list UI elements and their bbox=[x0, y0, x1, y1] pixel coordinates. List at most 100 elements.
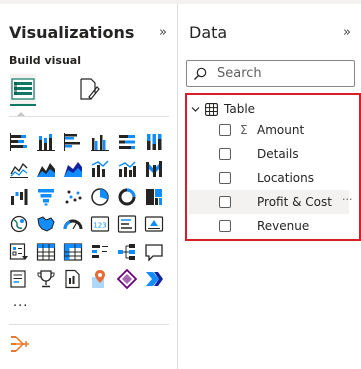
format-visual-icon bbox=[80, 78, 100, 100]
search-icon bbox=[193, 64, 213, 84]
goals-button[interactable] bbox=[36, 266, 63, 294]
format-visual-tab[interactable] bbox=[76, 74, 102, 104]
table-icon bbox=[36, 243, 56, 261]
line-stacked-column-icon bbox=[118, 161, 136, 178]
stacked-bar-icon bbox=[10, 132, 27, 151]
divider bbox=[9, 116, 169, 117]
slicer-button[interactable] bbox=[9, 238, 36, 266]
more-visuals-button[interactable]: ... bbox=[13, 295, 28, 310]
table-icon bbox=[205, 102, 219, 116]
visual-gallery-row bbox=[9, 266, 177, 294]
treemap-icon bbox=[146, 188, 162, 205]
power-automate-button[interactable] bbox=[144, 266, 171, 294]
divider bbox=[9, 324, 169, 325]
waterfall-chart-icon bbox=[11, 188, 28, 205]
visual-gallery-row bbox=[9, 183, 177, 211]
donut-chart-button[interactable] bbox=[117, 183, 144, 211]
visual-gallery-row bbox=[9, 156, 177, 184]
svg-text:123: 123 bbox=[93, 222, 106, 230]
stacked-column-button[interactable] bbox=[36, 128, 63, 156]
collapse-visualizations-button[interactable]: » bbox=[159, 25, 167, 40]
chevron-down-icon[interactable] bbox=[189, 105, 201, 114]
power-apps-icon bbox=[117, 269, 137, 290]
100-stacked-column-button[interactable] bbox=[144, 128, 171, 156]
line-clustered-column-button[interactable] bbox=[90, 156, 117, 184]
pie-chart-icon bbox=[91, 188, 109, 206]
clustered-column-button[interactable] bbox=[90, 128, 117, 156]
line-chart-button[interactable] bbox=[9, 156, 36, 184]
field-row-amount[interactable]: Σ Amount bbox=[189, 118, 349, 142]
100-stacked-column-icon bbox=[147, 133, 162, 150]
waterfall-chart-button[interactable] bbox=[9, 183, 36, 211]
area-chart-button[interactable] bbox=[36, 156, 63, 184]
custom-visual-icon bbox=[11, 336, 29, 352]
qa-button[interactable] bbox=[144, 238, 171, 266]
search-box[interactable] bbox=[186, 60, 355, 87]
narrative-button[interactable] bbox=[9, 266, 36, 294]
multi-row-card-icon bbox=[117, 215, 137, 233]
field-label: Profit & Cost bbox=[257, 195, 332, 209]
key-influencers-button[interactable] bbox=[90, 238, 117, 266]
power-apps-button[interactable] bbox=[117, 266, 144, 294]
build-visual-tab[interactable] bbox=[10, 74, 36, 106]
stacked-area-icon bbox=[64, 162, 82, 178]
field-row-locations[interactable]: Locations bbox=[189, 166, 349, 190]
table-node[interactable]: Table bbox=[189, 99, 255, 119]
100-stacked-bar-icon bbox=[119, 134, 135, 149]
matrix-button[interactable] bbox=[63, 238, 90, 266]
data-pane: Data » Table Σ Amount bbox=[178, 4, 361, 369]
line-clustered-column-icon bbox=[91, 160, 109, 178]
card-button[interactable]: 123 bbox=[90, 211, 117, 239]
visual-gallery-row: 123 bbox=[9, 211, 177, 239]
field-label: Amount bbox=[257, 123, 305, 137]
field-checkbox[interactable] bbox=[219, 172, 231, 184]
multi-row-card-button[interactable] bbox=[117, 211, 144, 239]
build-visual-icon bbox=[11, 78, 35, 100]
scatter-chart-button[interactable] bbox=[63, 183, 90, 211]
field-row-details[interactable]: Details bbox=[189, 142, 349, 166]
sigma-icon: Σ bbox=[240, 123, 248, 137]
stacked-area-button[interactable] bbox=[63, 156, 90, 184]
data-title: Data bbox=[189, 23, 228, 42]
azure-map-button[interactable] bbox=[90, 266, 117, 294]
scatter-chart-icon bbox=[65, 190, 82, 204]
ribbon-chart-button[interactable] bbox=[144, 156, 171, 184]
clustered-bar-icon bbox=[64, 132, 80, 151]
clustered-bar-button[interactable] bbox=[63, 128, 90, 156]
visualizations-title: Visualizations bbox=[9, 23, 135, 42]
kpi-button[interactable] bbox=[144, 211, 171, 239]
field-label: Locations bbox=[257, 171, 315, 185]
stacked-bar-button[interactable] bbox=[9, 128, 36, 156]
filled-map-button[interactable] bbox=[36, 211, 63, 239]
gauge-icon bbox=[63, 219, 83, 230]
map-button[interactable] bbox=[9, 211, 36, 239]
field-checkbox[interactable] bbox=[219, 220, 231, 232]
search-input[interactable] bbox=[215, 65, 349, 82]
decomposition-tree-icon bbox=[118, 243, 135, 260]
funnel-chart-icon bbox=[38, 188, 54, 206]
field-row-revenue[interactable]: Revenue bbox=[189, 214, 349, 238]
visual-gallery-row bbox=[9, 128, 177, 156]
more-options-icon[interactable]: ··· bbox=[342, 193, 353, 206]
paginated-report-button[interactable] bbox=[63, 266, 90, 294]
pie-chart-button[interactable] bbox=[90, 183, 117, 211]
narrative-icon bbox=[10, 270, 26, 288]
treemap-button[interactable] bbox=[144, 183, 171, 211]
funnel-chart-button[interactable] bbox=[36, 183, 63, 211]
decomposition-tree-button[interactable] bbox=[117, 238, 144, 266]
slicer-icon bbox=[9, 243, 28, 260]
build-visual-label: Build visual bbox=[9, 54, 81, 67]
field-checkbox[interactable] bbox=[219, 196, 231, 208]
field-checkbox[interactable] bbox=[219, 124, 231, 136]
collapse-data-button[interactable]: » bbox=[343, 25, 351, 40]
filled-map-icon bbox=[37, 216, 55, 232]
field-checkbox[interactable] bbox=[219, 148, 231, 160]
gauge-button[interactable] bbox=[63, 211, 90, 239]
field-row-profit-cost[interactable]: Profit & Cost ··· bbox=[189, 190, 353, 214]
table-button[interactable] bbox=[36, 238, 63, 266]
100-stacked-bar-button[interactable] bbox=[117, 128, 144, 156]
goals-icon bbox=[37, 270, 55, 288]
paginated-report-icon bbox=[65, 270, 80, 289]
line-stacked-column-button[interactable] bbox=[117, 156, 144, 184]
custom-visual-button[interactable] bbox=[9, 334, 31, 354]
